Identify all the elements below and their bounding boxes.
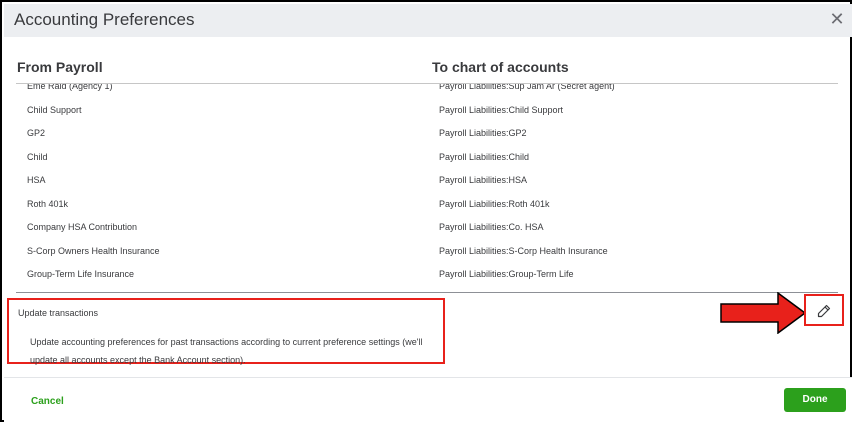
done-button[interactable]: Done [784,388,846,412]
update-transactions-description: Update accounting preferences for past t… [30,337,423,365]
account-name: Payroll Liabilities:Child Support [439,104,564,115]
list-divider [16,292,838,293]
mapping-list[interactable]: Eme Raid (Agency 1) Payroll Liabilities:S… [16,84,838,292]
mapping-row: HSA Payroll Liabilities:HSA [16,171,838,194]
dialog-frame: Accounting Preferences ✕ From Payroll To… [0,0,852,422]
payroll-item-name: Eme Raid (Agency 1) [27,84,113,91]
account-name: Payroll Liabilities:Child [439,151,530,162]
red-arrow-icon [720,292,806,334]
cancel-button[interactable]: Cancel [31,396,64,407]
mapping-row: Roth 401k Payroll Liabilities:Roth 401k [16,195,838,218]
update-transactions-section: Update transactions Update accounting pr… [7,298,445,365]
account-name: Payroll Liabilities:GP2 [439,128,527,138]
account-name: Payroll Liabilities:Sup Jam Ar (Secret a… [439,84,615,91]
mapping-row: S-Corp Owners Health Insurance Payroll Li… [16,242,838,265]
payroll-item-name: Child [27,151,48,162]
account-name: Payroll Liabilities:Co. HSA [439,222,544,232]
account-name: Payroll Liabilities:Group-Term Life [439,269,574,279]
to-chart-of-accounts-header: To chart of accounts [432,59,569,75]
mapping-row: GP2 Payroll Liabilities:GP2 [16,124,838,147]
mapping-row: Eme Raid (Agency 1) Payroll Liabilities:S… [16,84,838,100]
mapping-row: Company HSA Contribution Payroll Liabilit… [16,218,838,241]
dialog-title: Accounting Preferences [14,10,195,29]
dialog-titlebar: Accounting Preferences ✕ [4,4,852,37]
payroll-item-name: HSA [27,175,46,185]
payroll-item-name: Group-Term Life Insurance [27,269,135,279]
mapping-row: Child Payroll Liabilities:Child [16,148,838,171]
account-name: Payroll Liabilities:S-Corp Health Insura… [439,245,608,256]
payroll-item-name: GP2 [27,128,46,138]
mapping-row: Group-Term Life Insurance Payroll Liabili… [16,265,838,288]
update-transactions-title: Update transactions [18,308,99,318]
payroll-item-name: Roth 401k [27,198,69,209]
close-icon[interactable]: ✕ [828,10,846,28]
account-name: Payroll Liabilities:Roth 401k [439,198,550,209]
payroll-item-name: Company HSA Contribution [27,222,138,232]
mapping-row: Child Support Payroll Liabilities:Child S… [16,101,838,124]
account-name: Payroll Liabilities:HSA [439,175,528,185]
payroll-item-name: S-Corp Owners Health Insurance [27,245,160,256]
from-payroll-header: From Payroll [17,59,103,75]
pencil-icon [817,304,831,318]
payroll-item-name: Child Support [27,104,82,115]
dialog-footer: Cancel Done [4,378,852,422]
edit-update-transactions-button[interactable] [804,294,844,326]
